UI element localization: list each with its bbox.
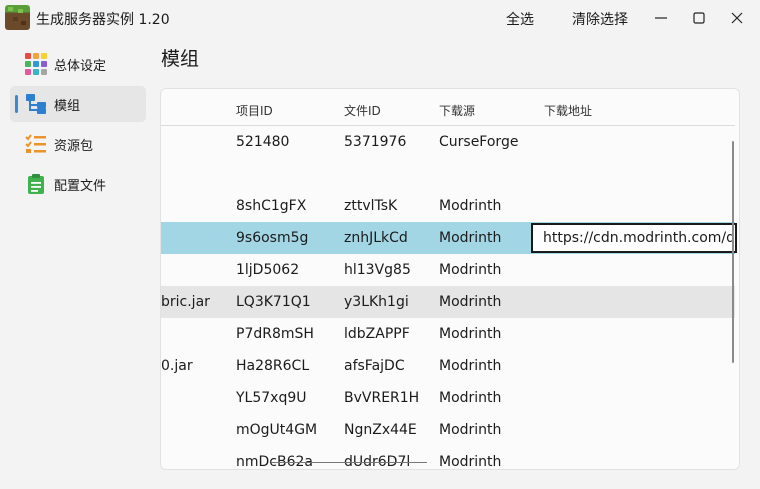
table-row[interactable]: 0.jar Ha28R6CL afsFajDC Modrinth: [161, 350, 735, 382]
cell-source: Modrinth: [439, 358, 502, 374]
sidebar-item-general-settings[interactable]: 总体设定: [10, 46, 146, 82]
window-title: 生成服务器实例 1.20: [36, 12, 170, 28]
cell-source: Modrinth: [439, 326, 502, 342]
cell-file-id: hl13Vg85: [344, 262, 411, 278]
clipboard-icon: [24, 172, 48, 196]
table-row-hover[interactable]: bric.jar LQ3K71Q1 y3LKh1gi Modrinth: [161, 286, 735, 318]
cell-project-id: LQ3K71Q1: [236, 294, 311, 310]
cell-project-id: P7dR8mSH: [236, 326, 314, 342]
vertical-scrollbar[interactable]: [732, 141, 734, 363]
cell-source: Modrinth: [439, 262, 502, 278]
cell-project-id: 521480: [236, 134, 290, 150]
sidebar: 总体设定 模组 资源包 配置文件: [10, 46, 146, 206]
table-row[interactable]: mOgUt4GM NgnZx44E Modrinth: [161, 414, 735, 446]
column-header-download-url[interactable]: 下载地址: [544, 102, 592, 119]
sidebar-item-label: 总体设定: [54, 58, 107, 74]
cell-file-id: afsFajDC: [344, 358, 405, 374]
cell-source: CurseForge: [439, 134, 519, 150]
cell-project-id: 8shC1gFX: [236, 198, 307, 214]
table-row[interactable]: 1ljD5062 hl13Vg85 Modrinth: [161, 254, 735, 286]
column-header-source[interactable]: 下载源: [439, 102, 475, 119]
cell-file-id: BvVRER1H: [344, 390, 420, 406]
cell-source: Modrinth: [439, 390, 502, 406]
page-title: 模组: [161, 48, 200, 70]
sidebar-item-label: 模组: [54, 98, 81, 114]
column-header-project-id[interactable]: 项目ID: [236, 102, 273, 119]
title-bar: 生成服务器实例 1.20 全选 清除选择: [0, 0, 760, 36]
cell-project-id: mOgUt4GM: [236, 422, 318, 438]
sidebar-item-label: 资源包: [54, 138, 94, 154]
cell-source: Modrinth: [439, 230, 502, 246]
clear-selection-button[interactable]: 清除选择: [572, 9, 628, 29]
select-all-button[interactable]: 全选: [506, 9, 534, 29]
close-icon: [731, 12, 743, 24]
sidebar-item-label: 配置文件: [54, 178, 107, 194]
cell-file-id: y3LKh1gi: [344, 294, 409, 310]
cell-file-name: 0.jar: [161, 358, 193, 374]
table-row[interactable]: YL57xq9U BvVRER1H Modrinth: [161, 382, 735, 414]
mods-table: 项目ID 文件ID 下载源 下载地址 521480 5371976 CurseF…: [160, 88, 740, 470]
cell-source: Modrinth: [439, 198, 502, 214]
table-row[interactable]: P7dR8mSH ldbZAPPF Modrinth: [161, 318, 735, 350]
sidebar-item-mods[interactable]: 模组: [10, 86, 146, 122]
sidebar-item-config-files[interactable]: 配置文件: [10, 166, 146, 202]
cell-file-id: NgnZx44E: [344, 422, 417, 438]
cell-file-id: znhJLkCd: [344, 230, 408, 246]
app-icon: [5, 5, 30, 30]
cell-project-id: YL57xq9U: [236, 390, 307, 406]
tree-structure-icon: [24, 92, 48, 116]
cell-file-id: 5371976: [344, 134, 407, 150]
cell-source: Modrinth: [439, 294, 502, 310]
download-url-edit-field[interactable]: https://cdn.modrinth.com/d: [531, 223, 737, 253]
checklist-icon: [24, 132, 48, 156]
minimize-icon: [655, 17, 667, 19]
cell-file-id: zttvlTsK: [344, 198, 398, 214]
close-button[interactable]: [714, 0, 760, 36]
column-header-file-id[interactable]: 文件ID: [344, 102, 381, 119]
cell-file-id: ldbZAPPF: [344, 326, 410, 342]
cell-project-id: 1ljD5062: [236, 262, 300, 278]
table-header: 项目ID 文件ID 下载源 下载地址: [161, 89, 735, 126]
table-row-selected[interactable]: 9s6osm5g znhJLkCd Modrinth https://cdn.m…: [161, 222, 737, 254]
cell-project-id: Ha28R6CL: [236, 358, 310, 374]
grid-apps-icon: [24, 52, 48, 76]
drag-indicator-line: [271, 462, 427, 463]
table-row[interactable]: [161, 158, 735, 190]
maximize-icon: [693, 12, 705, 24]
table-row[interactable]: 521480 5371976 CurseForge: [161, 126, 735, 158]
table-row[interactable]: 8shC1gFX zttvlTsK Modrinth: [161, 190, 735, 222]
cell-source: Modrinth: [439, 422, 502, 438]
cell-project-id: 9s6osm5g: [236, 230, 309, 246]
cell-file-name: bric.jar: [161, 294, 210, 310]
cell-source: Modrinth: [439, 454, 502, 470]
sidebar-item-resource-packs[interactable]: 资源包: [10, 126, 146, 162]
table-row[interactable]: nmDcB62a dUdr6D7l Modrinth: [161, 446, 735, 470]
